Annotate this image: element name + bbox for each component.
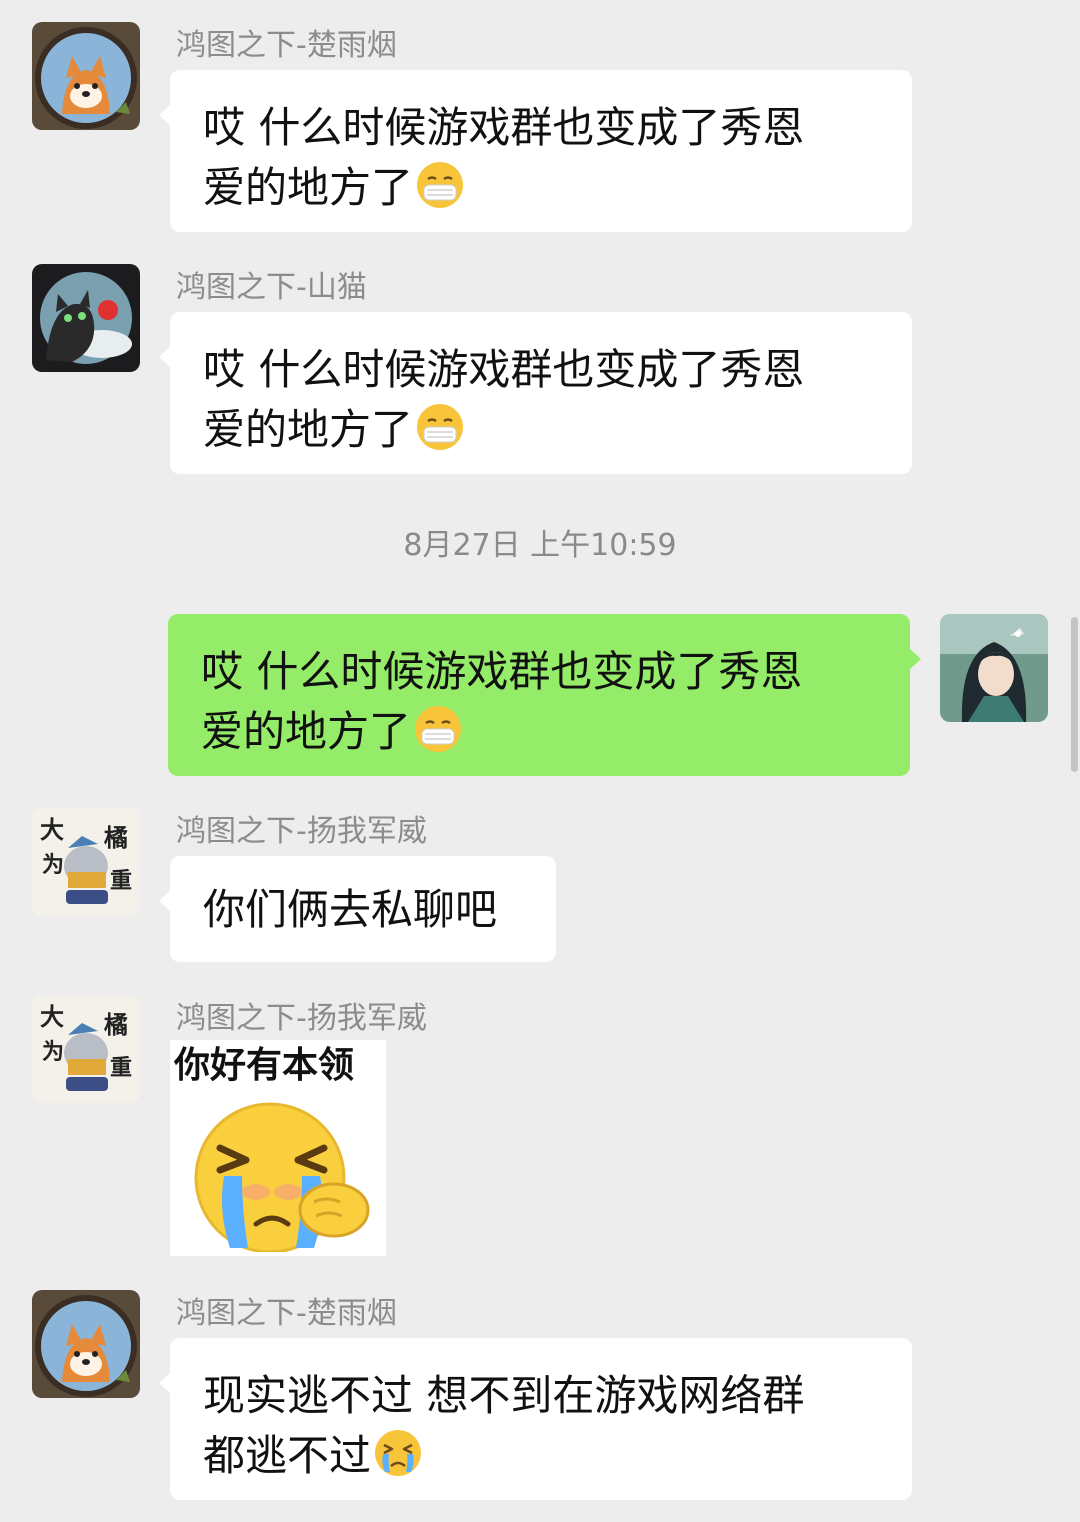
- shiba-dog-icon: [32, 22, 140, 130]
- avatar-lettering: 重: [110, 1055, 132, 1081]
- mask-face-emoji-icon: [415, 706, 462, 752]
- message-bubble[interactable]: 现实逃不过 想不到在游戏网络群 都逃不过: [159, 1338, 912, 1500]
- sender-name: 鸿图之下-扬我军威: [176, 814, 427, 849]
- shiba-dog-icon: [32, 1290, 140, 1398]
- message-bubble[interactable]: 哎 什么时候游戏群也变成了秀恩 爱的地方了: [159, 312, 912, 474]
- avatar-chuyuyan[interactable]: [32, 22, 140, 130]
- avatar-lettering: 大: [40, 815, 64, 844]
- mask-face-emoji-icon: [417, 404, 464, 450]
- avatar-self[interactable]: [940, 614, 1048, 722]
- anime-character-icon: [940, 614, 1048, 722]
- avatar-lettering: 大: [40, 1002, 64, 1031]
- black-cat-icon: [32, 264, 140, 372]
- message-text-line: 哎 什么时候游戏群也变成了秀恩: [201, 647, 803, 696]
- fat-cat-icon: 大 橘 为 重: [32, 995, 140, 1103]
- avatar-lettering: 重: [110, 868, 132, 894]
- sender-name: 鸿图之下-楚雨烟: [176, 28, 397, 63]
- avatar-lettering: 为: [42, 852, 64, 878]
- sender-name: 鸿图之下-楚雨烟: [176, 1296, 397, 1331]
- sticker-message[interactable]: 你好有本领: [170, 1040, 386, 1256]
- message-bubble[interactable]: 你们俩去私聊吧: [159, 856, 556, 962]
- sender-name: 鸿图之下-扬我军威: [176, 1001, 427, 1036]
- avatar-shanmao[interactable]: [32, 264, 140, 372]
- message-text-line: 爱的地方了: [203, 405, 414, 454]
- avatar-chuyuyan[interactable]: [32, 1290, 140, 1398]
- scrollbar[interactable]: [1071, 617, 1078, 772]
- avatar-yangwojunwei[interactable]: 大 橘 为 重: [32, 808, 140, 916]
- message-text-line: 哎 什么时候游戏群也变成了秀恩: [203, 345, 805, 394]
- message-bubble[interactable]: 哎 什么时候游戏群也变成了秀恩 爱的地方了: [159, 70, 912, 232]
- message-text-line: 都逃不过: [203, 1431, 372, 1480]
- avatar-yangwojunwei[interactable]: 大 橘 为 重: [32, 995, 140, 1103]
- crying-face-sticker-icon: [194, 1102, 370, 1252]
- fat-cat-icon: 大 橘 为 重: [32, 808, 140, 916]
- sticker-caption: 你好有本领: [174, 1045, 355, 1086]
- avatar-lettering: 为: [42, 1039, 64, 1065]
- message-text-line: 现实逃不过 想不到在游戏网络群: [203, 1371, 805, 1420]
- message-text-line: 爱的地方了: [203, 163, 414, 212]
- message-text-line: 你们俩去私聊吧: [203, 885, 498, 934]
- avatar-lettering: 橘: [104, 823, 128, 852]
- crying-face-emoji-icon: [375, 1430, 422, 1476]
- own-message-bubble[interactable]: 哎 什么时候游戏群也变成了秀恩 爱的地方了: [168, 614, 921, 776]
- sender-name: 鸿图之下-山猫: [176, 270, 367, 305]
- message-timestamp: 8月27日 上午10:59: [403, 528, 677, 563]
- message-text-line: 爱的地方了: [201, 707, 412, 756]
- mask-face-emoji-icon: [417, 162, 464, 208]
- avatar-lettering: 橘: [104, 1010, 128, 1039]
- message-text-line: 哎 什么时候游戏群也变成了秀恩: [203, 103, 805, 152]
